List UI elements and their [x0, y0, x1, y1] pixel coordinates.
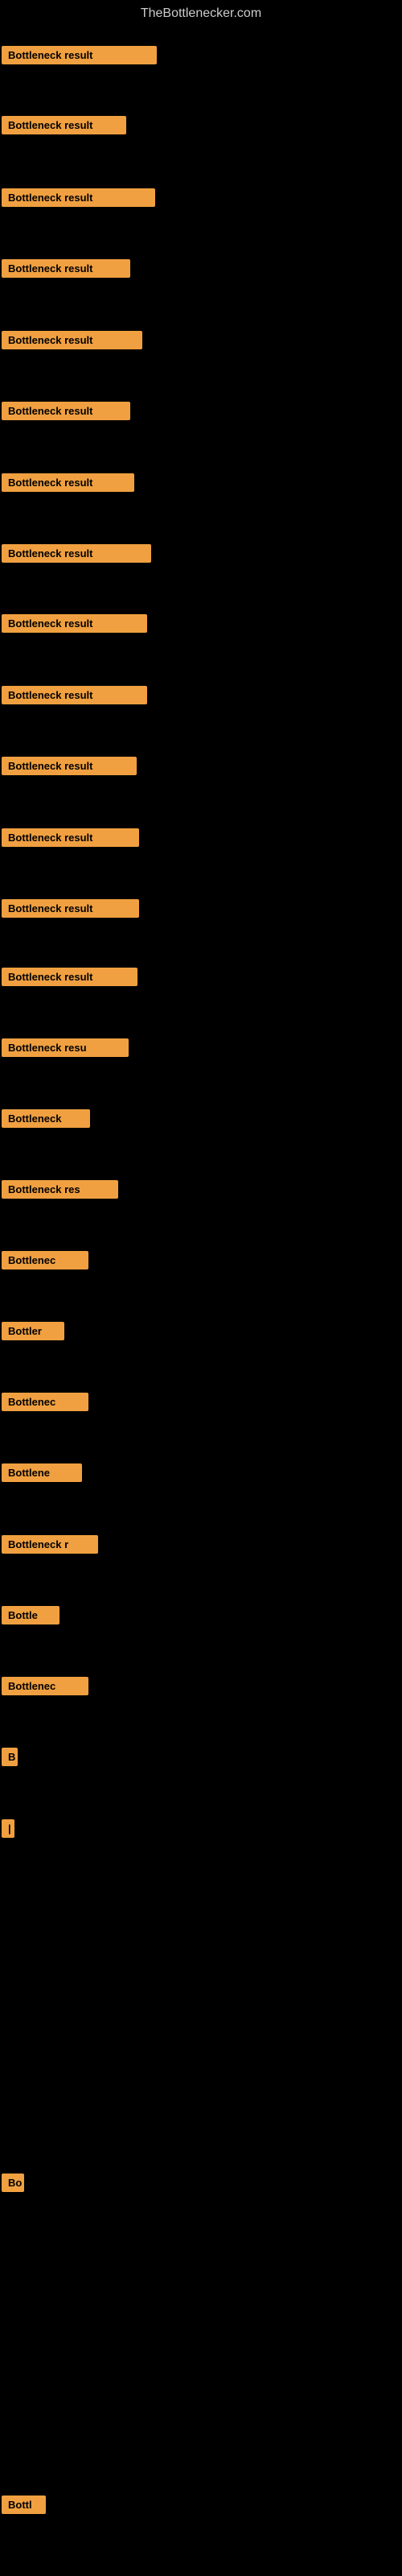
bottleneck-badge: Bottlenec	[2, 1393, 88, 1411]
bottleneck-badge: Bottleneck result	[2, 757, 137, 775]
bottleneck-badge: Bottleneck result	[2, 331, 142, 349]
bottleneck-badge: Bottleneck result	[2, 828, 139, 847]
bottleneck-badge: Bottleneck result	[2, 402, 130, 420]
bottleneck-badge: Bottleneck result	[2, 614, 147, 633]
bottleneck-badge: Bottleneck result	[2, 544, 151, 563]
bottleneck-badge: Bottle	[2, 1606, 59, 1624]
bottleneck-badge: |	[2, 1819, 14, 1838]
bottleneck-badge: Bottleneck result	[2, 116, 126, 134]
bottleneck-badge: Bottleneck result	[2, 899, 139, 918]
bottleneck-badge: Bottlene	[2, 1463, 82, 1482]
bottleneck-badge: Bottleneck result	[2, 473, 134, 492]
bottleneck-badge: Bottlenec	[2, 1677, 88, 1695]
bottleneck-badge: Bottl	[2, 2496, 46, 2514]
bottleneck-badge: Bottler	[2, 1322, 64, 1340]
bottleneck-badge: Bottleneck res	[2, 1180, 118, 1199]
bottleneck-badge: Bottleneck	[2, 1109, 90, 1128]
bottleneck-badge: Bottleneck r	[2, 1535, 98, 1554]
bottleneck-badge: Bottleneck result	[2, 259, 130, 278]
bottleneck-badge: Bottlenec	[2, 1251, 88, 1269]
bottleneck-badge: Bo	[2, 2174, 24, 2192]
bottleneck-badge: B	[2, 1748, 18, 1766]
bottleneck-badge: Bottleneck result	[2, 188, 155, 207]
bottleneck-badge: Bottleneck result	[2, 968, 137, 986]
bottleneck-badge: Bottleneck result	[2, 686, 147, 704]
bottleneck-badge: Bottleneck result	[2, 46, 157, 64]
bottleneck-badge: Bottleneck resu	[2, 1038, 129, 1057]
